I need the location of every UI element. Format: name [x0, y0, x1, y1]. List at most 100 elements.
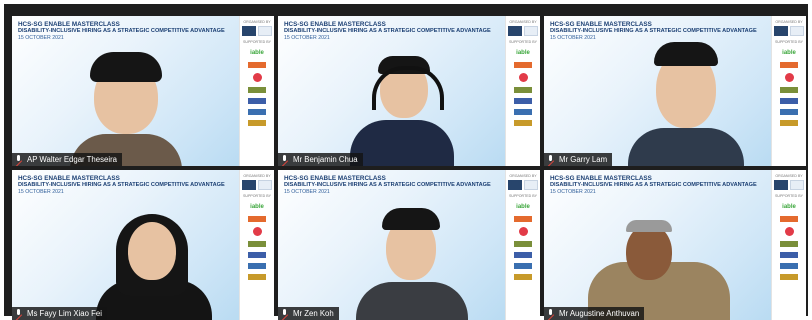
sponsor-panel: ORGANISED BY SUPPORTED BY iable — [771, 170, 806, 320]
participant-name: Mr Augustine Anthuvan — [559, 309, 640, 318]
hcs-logo — [508, 180, 522, 190]
organised-by-label: ORGANISED BY — [509, 174, 537, 178]
sponsor-logo — [514, 62, 532, 68]
able-logo: iable — [250, 204, 264, 210]
sponsor-logo — [780, 252, 798, 258]
mic-muted-icon — [281, 155, 289, 164]
video-tile[interactable]: HCS-SG ENABLE MASTERCLASS DISABILITY-INC… — [12, 16, 274, 166]
able-logo: iable — [782, 204, 796, 210]
event-banner: HCS-SG ENABLE MASTERCLASS DISABILITY-INC… — [550, 175, 770, 196]
able-logo: iable — [516, 50, 530, 56]
participant-caption: Mr Garry Lam — [544, 153, 613, 166]
sponsor-logo — [514, 98, 532, 104]
video-tile[interactable]: HCS-SG ENABLE MASTERCLASS DISABILITY-INC… — [278, 16, 540, 166]
sponsor-logo — [248, 241, 266, 247]
participant-name: Ms Fayy Lim Xiao Fei — [27, 309, 102, 318]
sponsor-logo — [252, 73, 262, 82]
participant-name: AP Walter Edgar Theseira — [27, 155, 117, 164]
sponsor-panel: ORGANISED BY SUPPORTED BY iable — [505, 16, 540, 166]
banner-date: 15 OCTOBER 2021 — [550, 189, 596, 195]
sg-enable-logo — [790, 180, 804, 190]
sponsor-logo — [514, 87, 532, 93]
event-banner: HCS-SG ENABLE MASTERCLASS DISABILITY-INC… — [284, 21, 504, 42]
sponsor-panel: ORGANISED BY SUPPORTED BY iable — [239, 16, 274, 166]
participant-body — [350, 120, 454, 166]
mic-muted-icon — [547, 309, 555, 318]
gallery-view: HCS-SG ENABLE MASTERCLASS DISABILITY-INC… — [8, 12, 808, 320]
participant-caption: AP Walter Edgar Theseira — [12, 153, 122, 166]
video-tile[interactable]: HCS-SG ENABLE MASTERCLASS DISABILITY-INC… — [12, 170, 274, 320]
sponsor-panel: ORGANISED BY SUPPORTED BY iable — [239, 170, 274, 320]
sponsor-logo — [514, 216, 532, 222]
banner-subtitle: DISABILITY-INCLUSIVE HIRING AS A STRATEG… — [284, 28, 491, 34]
participant-caption: Mr Benjamin Chua — [278, 153, 363, 166]
participant-hair — [654, 42, 718, 66]
supported-by-label: SUPPORTED BY — [508, 40, 538, 44]
sg-enable-logo — [524, 180, 538, 190]
supported-by-label: SUPPORTED BY — [774, 40, 804, 44]
organised-by-label: ORGANISED BY — [775, 174, 803, 178]
sg-enable-logo — [258, 180, 272, 190]
sponsor-logo — [514, 241, 532, 247]
hcs-logo — [242, 180, 256, 190]
participant-caption: Mr Augustine Anthuvan — [544, 307, 645, 320]
participant-caption: Ms Fayy Lim Xiao Fei — [12, 307, 107, 320]
sponsor-logo — [780, 109, 798, 115]
sponsor-logo — [780, 263, 798, 269]
sponsor-logo — [784, 73, 794, 82]
video-tile-active-speaker[interactable]: HCS-SG ENABLE MASTERCLASS DISABILITY-INC… — [544, 170, 806, 320]
organised-by-label: ORGANISED BY — [243, 174, 271, 178]
sponsor-logo — [780, 216, 798, 222]
mic-muted-icon — [15, 309, 23, 318]
sponsor-panel: ORGANISED BY SUPPORTED BY iable — [771, 16, 806, 166]
banner-title: HCS-SG ENABLE MASTERCLASS — [550, 175, 652, 182]
banner-subtitle: DISABILITY-INCLUSIVE HIRING AS A STRATEG… — [284, 182, 491, 188]
able-logo: iable — [782, 50, 796, 56]
sponsor-logo — [780, 62, 798, 68]
participant-head — [626, 224, 672, 280]
able-logo: iable — [516, 204, 530, 210]
sponsor-logo — [514, 120, 532, 126]
banner-date: 15 OCTOBER 2021 — [284, 35, 330, 41]
participant-hair — [626, 220, 672, 232]
hcs-logo — [774, 180, 788, 190]
banner-title: HCS-SG ENABLE MASTERCLASS — [284, 21, 386, 28]
banner-date: 15 OCTOBER 2021 — [550, 35, 596, 41]
sponsor-logo — [248, 252, 266, 258]
sponsor-logo — [252, 227, 262, 236]
event-banner: HCS-SG ENABLE MASTERCLASS DISABILITY-INC… — [550, 21, 770, 42]
banner-date: 15 OCTOBER 2021 — [284, 189, 330, 195]
banner-title: HCS-SG ENABLE MASTERCLASS — [18, 175, 120, 182]
participant-hair — [382, 208, 440, 230]
hcs-logo — [242, 26, 256, 36]
sponsor-logo — [780, 120, 798, 126]
sponsor-logo — [518, 73, 528, 82]
banner-subtitle: DISABILITY-INCLUSIVE HIRING AS A STRATEG… — [18, 182, 225, 188]
event-banner: HCS-SG ENABLE MASTERCLASS DISABILITY-INC… — [18, 175, 238, 196]
sg-enable-logo — [258, 26, 272, 36]
sponsor-logo — [248, 98, 266, 104]
video-tile[interactable]: HCS-SG ENABLE MASTERCLASS DISABILITY-INC… — [278, 170, 540, 320]
sponsor-logo — [518, 227, 528, 236]
participant-name: Mr Garry Lam — [559, 155, 608, 164]
banner-title: HCS-SG ENABLE MASTERCLASS — [18, 21, 120, 28]
participant-head — [128, 222, 176, 280]
sponsor-logo — [248, 263, 266, 269]
banner-title: HCS-SG ENABLE MASTERCLASS — [284, 175, 386, 182]
banner-title: HCS-SG ENABLE MASTERCLASS — [550, 21, 652, 28]
sponsor-logo — [784, 227, 794, 236]
sponsor-logo — [248, 216, 266, 222]
video-tile[interactable]: HCS-SG ENABLE MASTERCLASS DISABILITY-INC… — [544, 16, 806, 166]
sg-enable-logo — [524, 26, 538, 36]
able-logo: iable — [250, 50, 264, 56]
supported-by-label: SUPPORTED BY — [774, 194, 804, 198]
hcs-logo — [774, 26, 788, 36]
sponsor-logo — [780, 274, 798, 280]
participant-caption: Mr Zen Koh — [278, 307, 339, 320]
sponsor-logo — [780, 241, 798, 247]
sponsor-logo — [248, 87, 266, 93]
mic-muted-icon — [547, 155, 555, 164]
banner-subtitle: DISABILITY-INCLUSIVE HIRING AS A STRATEG… — [18, 28, 225, 34]
sg-enable-logo — [790, 26, 804, 36]
sponsor-logo — [248, 274, 266, 280]
